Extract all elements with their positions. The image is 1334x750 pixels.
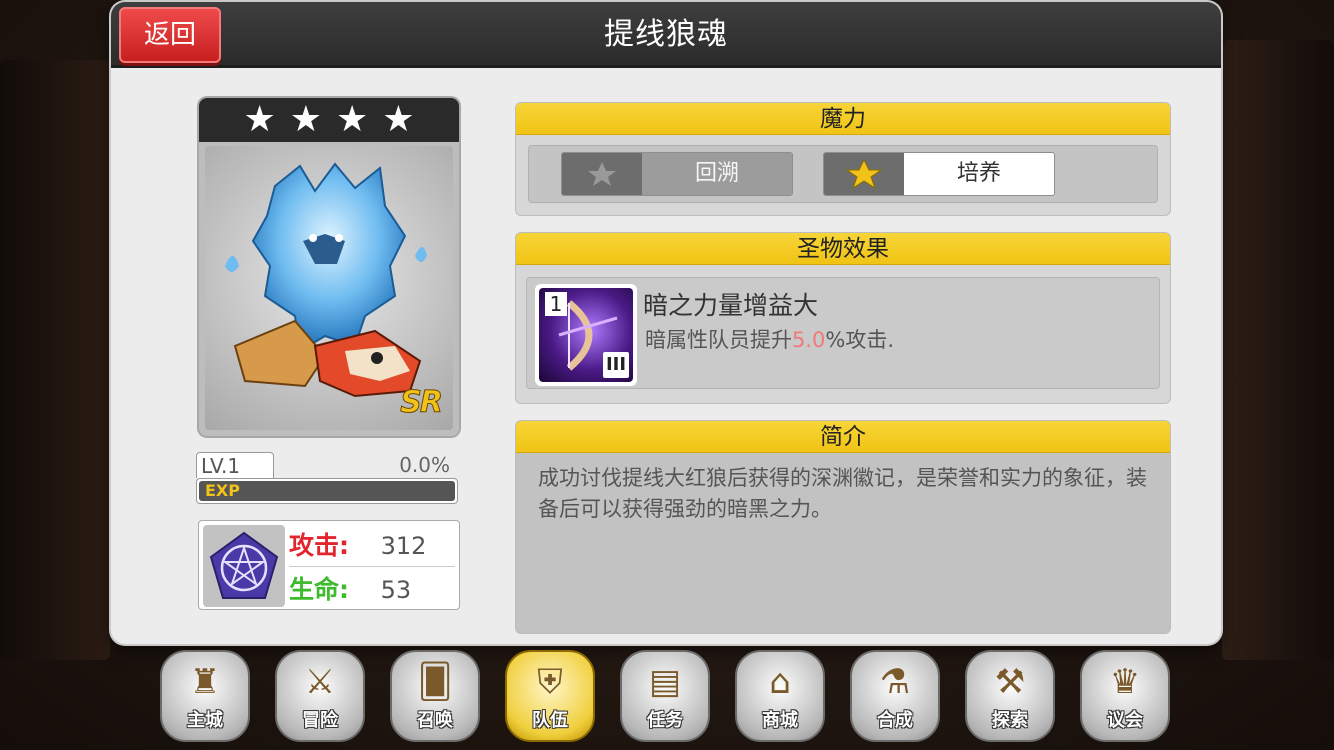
relic-effect-section: 圣物效果 1 III 暗之力量增益大 暗属性队员提升5.0%攻击.: [515, 232, 1171, 404]
summon-card-icon: 🂠: [417, 662, 453, 702]
nav-craft[interactable]: ⚗ 合成: [850, 650, 940, 742]
desc-prefix: 暗属性队员提升: [645, 328, 792, 352]
background-left: [0, 60, 110, 660]
exp-percent: 0.0%: [399, 453, 450, 477]
intro-text: 成功讨伐提线大红狼后获得的深渊徽记，是荣誉和实力的象征，装备后可以获得强劲的暗黑…: [538, 466, 1147, 521]
nav-castle[interactable]: ♜ 主城: [160, 650, 250, 742]
exp-label: EXP: [205, 481, 240, 500]
nav-label: 合成: [877, 710, 913, 731]
rewind-label: 回溯: [642, 153, 792, 195]
back-button[interactable]: 返回: [119, 7, 221, 63]
intro-section: 简介 成功讨伐提线大红狼后获得的深渊徽记，是荣誉和实力的象征，装备后可以获得强劲…: [515, 420, 1171, 634]
team-wings-icon: ⛨: [537, 662, 563, 702]
train-label: 培养: [904, 153, 1054, 195]
council-icon: ♛: [1109, 662, 1141, 702]
attack-label: 攻击:: [289, 531, 349, 560]
hp-value: 53: [380, 576, 412, 604]
star-icon: ★: [243, 99, 276, 140]
quest-book-icon: ▤: [648, 662, 682, 702]
magic-section: 魔力 回溯 培养: [515, 102, 1171, 216]
relic-skill-icon[interactable]: 1 III: [535, 284, 637, 386]
relic-rank: III: [603, 352, 629, 378]
page-title: 提线狼魂: [604, 17, 728, 52]
attack-value: 312: [380, 532, 427, 560]
nav-label: 任务: [647, 710, 683, 731]
relic-effect-heading: 圣物效果: [516, 233, 1170, 265]
relic-effect-description: 暗属性队员提升5.0%攻击.: [645, 324, 894, 354]
castle-icon: ♜: [189, 662, 221, 702]
nav-summon[interactable]: 🂠 召唤: [390, 650, 480, 742]
level-label: LV.1: [196, 452, 274, 478]
dark-element-icon: [203, 525, 285, 607]
nav-adventure[interactable]: ⚔ 冒险: [275, 650, 365, 742]
attack-row: 攻击: 312: [289, 525, 455, 567]
relic-effect-name: 暗之力量增益大: [643, 291, 819, 320]
relic-detail-panel: 提线狼魂 返回 ★ ★ ★ ★ SR LV.1 0.0% EXP 攻击: 312…: [111, 2, 1221, 644]
exp-track: EXP: [199, 481, 455, 501]
wolf-spirit-artwork: SR: [205, 146, 453, 430]
rewind-button[interactable]: 回溯: [561, 152, 793, 196]
flask-icon: ⚗: [879, 662, 911, 702]
intro-heading: 简介: [516, 421, 1170, 453]
star-icon: ★: [336, 99, 369, 140]
dark-bow-icon: 1 III: [539, 288, 633, 382]
nav-label: 探索: [992, 710, 1028, 731]
relic-effect-row: 1 III 暗之力量增益大 暗属性队员提升5.0%攻击.: [526, 277, 1160, 389]
star-icon: ★: [382, 99, 415, 140]
hp-row: 生命: 53: [289, 569, 455, 611]
train-button[interactable]: 培养: [823, 152, 1055, 196]
nav-council[interactable]: ♛ 议会: [1080, 650, 1170, 742]
rewind-star-icon: [562, 153, 642, 195]
desc-suffix: %攻击.: [825, 328, 895, 352]
shop-icon: ⌂: [769, 662, 791, 702]
level-box: LV.1 0.0% EXP: [196, 452, 458, 504]
stats-panel: 攻击: 312 生命: 53: [198, 520, 460, 610]
nav-explore[interactable]: ⚒ 探索: [965, 650, 1055, 742]
hp-label: 生命:: [289, 575, 349, 604]
relic-index: 1: [545, 292, 567, 316]
relic-card: ★ ★ ★ ★ SR: [199, 98, 459, 436]
background-right: [1222, 40, 1334, 660]
exp-bar: EXP: [196, 478, 458, 504]
nav-label: 冒险: [302, 710, 338, 731]
star-icon: ★: [289, 99, 322, 140]
shovel-icon: ⚒: [994, 662, 1026, 702]
swords-icon: ⚔: [304, 662, 336, 702]
desc-value: 5.0: [792, 328, 826, 352]
pentagram-icon: [209, 531, 279, 599]
train-star-icon: [824, 153, 904, 195]
nav-quest[interactable]: ▤ 任务: [620, 650, 710, 742]
nav-label: 主城: [187, 710, 223, 731]
nav-shop[interactable]: ⌂ 商城: [735, 650, 825, 742]
magic-heading: 魔力: [516, 103, 1170, 135]
nav-label: 商城: [762, 710, 798, 731]
rarity-badge: SR: [400, 385, 444, 421]
bottom-nav: ♜ 主城 ⚔ 冒险 🂠 召唤 ⛨ 队伍 ▤ 任务 ⌂ 商城 ⚗ 合成 ⚒ 探索 …: [160, 650, 1190, 748]
nav-label: 议会: [1107, 710, 1143, 731]
magic-controls: 回溯 培养: [528, 145, 1158, 203]
nav-label: 队伍: [532, 710, 568, 731]
nav-team[interactable]: ⛨ 队伍: [505, 650, 595, 742]
star-rating: ★ ★ ★ ★: [199, 98, 459, 142]
nav-label: 召唤: [417, 710, 453, 731]
